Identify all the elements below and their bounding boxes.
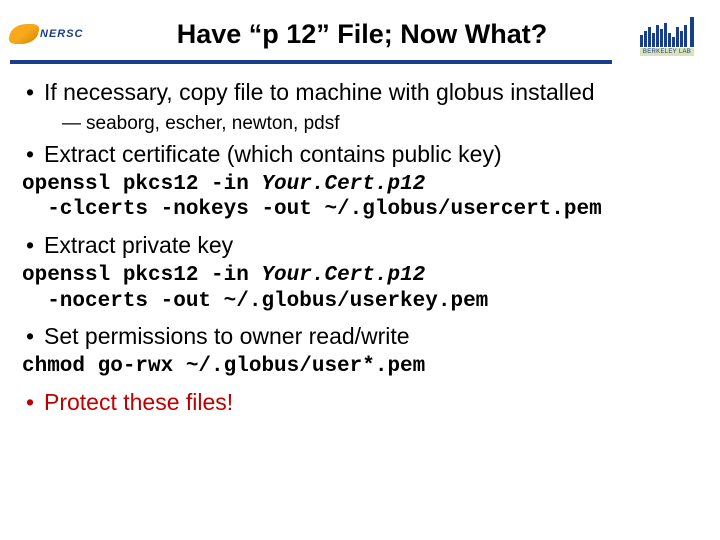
nersc-swoosh-icon	[7, 24, 40, 44]
bullet-extract-cert: Extract certificate (which contains publ…	[22, 140, 698, 168]
code-text: -clcerts -nokeys -out ~/.globus/usercert…	[22, 198, 602, 221]
code-extract-cert: openssl pkcs12 -in Your.Cert.p12 -clcert…	[22, 172, 698, 223]
code-filename: Your.Cert.p12	[261, 264, 425, 287]
bullet-copy-file: If necessary, copy file to machine with …	[22, 78, 698, 136]
slide-header: NERSC Have “p 12” File; Now What? BERKEL…	[0, 0, 720, 58]
sub-bullet-machines: seaborg, escher, newton, pdsf	[44, 112, 698, 136]
code-filename: Your.Cert.p12	[261, 173, 425, 196]
slide-title: Have “p 12” File; Now What?	[100, 19, 624, 50]
bullet-permissions: Set permissions to owner read/write	[22, 322, 698, 350]
lab-building-icon	[628, 21, 706, 47]
bullet-text: If necessary, copy file to machine with …	[44, 79, 595, 105]
berkeley-lab-logo: BERKELEY LAB	[624, 12, 710, 56]
berkeley-lab-label: BERKELEY LAB	[640, 48, 694, 56]
slide-content: If necessary, copy file to machine with …	[0, 64, 720, 416]
bullet-protect: Protect these files!	[22, 388, 698, 416]
nersc-logo-text: NERSC	[40, 28, 84, 40]
code-text: openssl pkcs12 -in	[22, 264, 261, 287]
nersc-logo: NERSC	[10, 19, 100, 49]
code-extract-key: openssl pkcs12 -in Your.Cert.p12 -nocert…	[22, 263, 698, 314]
code-chmod: chmod go-rwx ~/.globus/user*.pem	[22, 354, 698, 380]
bullet-extract-key: Extract private key	[22, 231, 698, 259]
code-text: -nocerts -out ~/.globus/userkey.pem	[22, 290, 488, 313]
code-text: openssl pkcs12 -in	[22, 173, 261, 196]
